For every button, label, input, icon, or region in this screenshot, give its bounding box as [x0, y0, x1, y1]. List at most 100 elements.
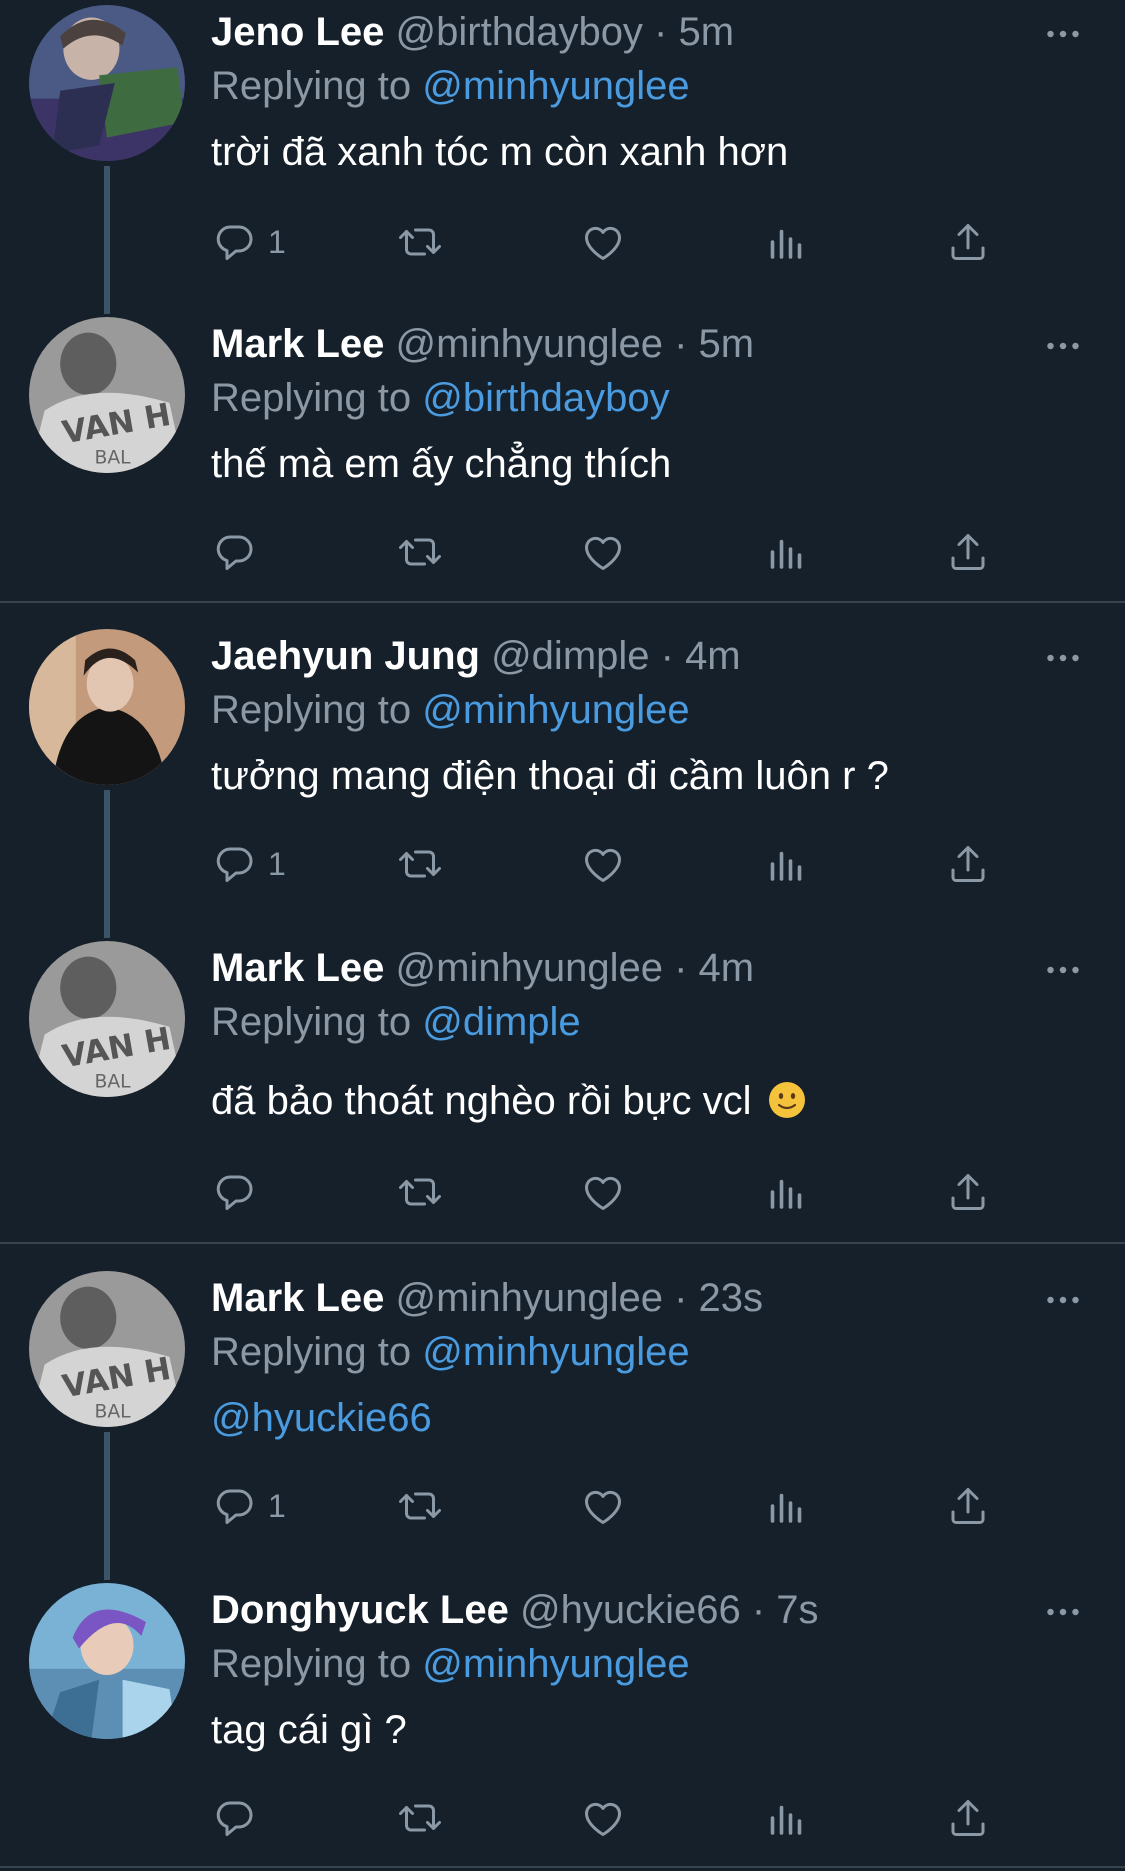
reply-button[interactable]	[212, 1788, 268, 1848]
tweet-text: tưởng mang điện thoại đi cầm luôn r ?	[211, 754, 889, 798]
tweet-actions	[0, 522, 1125, 582]
timestamp[interactable]: 7s	[776, 1588, 818, 1632]
share-button[interactable]	[944, 212, 992, 272]
author-name[interactable]: Jaehyun Jung	[211, 634, 480, 678]
author-name[interactable]: Mark Lee	[211, 1276, 384, 1320]
more-icon[interactable]	[1043, 326, 1083, 366]
tweet-actions: 1	[0, 1476, 1125, 1536]
timestamp[interactable]: 5m	[699, 322, 755, 366]
analytics-button[interactable]	[762, 1476, 810, 1536]
share-button[interactable]	[944, 834, 992, 894]
separator: ·	[662, 322, 699, 366]
retweet-button[interactable]	[396, 212, 444, 272]
timestamp[interactable]: 4m	[685, 634, 741, 678]
tweet-header: Mark Lee @minhyunglee · 23s	[211, 1274, 763, 1322]
more-icon[interactable]	[1043, 638, 1083, 678]
reply-button[interactable]	[212, 522, 268, 582]
like-button[interactable]	[579, 1476, 627, 1536]
like-icon	[584, 1176, 622, 1210]
tweet-text: tag cái gì ?	[211, 1708, 407, 1752]
tweet-actions: 1	[0, 212, 1125, 272]
tweet-text-row: đã bảo thoát nghèo rồi bực vcl	[211, 1076, 807, 1126]
reply-icon	[216, 1175, 253, 1210]
share-button[interactable]	[944, 522, 992, 582]
retweet-icon	[399, 850, 441, 878]
author-handle[interactable]: @minhyunglee	[396, 946, 663, 990]
more-icon[interactable]	[1043, 14, 1083, 54]
replying-to: Replying to @minhyunglee	[211, 1328, 690, 1376]
avatar[interactable]: VAN H BAL	[29, 317, 185, 473]
retweet-button[interactable]	[396, 834, 444, 894]
replying-to-mention[interactable]: @minhyunglee	[422, 64, 689, 108]
like-button[interactable]	[579, 1788, 627, 1848]
share-button[interactable]	[944, 1162, 992, 1222]
replying-to-label: Replying to	[211, 64, 423, 108]
author-handle[interactable]: @hyuckie66	[520, 1588, 741, 1632]
reply-button[interactable]	[212, 1162, 268, 1222]
more-icon[interactable]	[1043, 950, 1083, 990]
reply-icon	[216, 535, 253, 570]
avatar[interactable]: VAN H BAL	[29, 1271, 185, 1427]
analytics-button[interactable]	[762, 1162, 810, 1222]
share-icon	[951, 846, 985, 882]
more-icon[interactable]	[1043, 1592, 1083, 1632]
author-name[interactable]: Jeno Lee	[211, 10, 384, 54]
timestamp[interactable]: 4m	[699, 946, 755, 990]
analytics-button[interactable]	[762, 212, 810, 272]
reply-icon	[216, 847, 253, 882]
analytics-icon	[770, 539, 802, 569]
replying-to-mention[interactable]: @minhyunglee	[422, 1330, 689, 1374]
author-handle[interactable]: @birthdayboy	[396, 10, 643, 54]
author-handle[interactable]: @dimple	[491, 634, 649, 678]
avatar[interactable]	[29, 629, 185, 785]
tweet-actions: 1	[0, 834, 1125, 894]
author-name[interactable]: Mark Lee	[211, 946, 384, 990]
retweet-button[interactable]	[396, 1162, 444, 1222]
like-icon	[584, 1490, 622, 1524]
tweet-text-mention[interactable]: @hyuckie66	[211, 1393, 432, 1443]
reply-count: 1	[268, 1487, 286, 1524]
reply-button[interactable]: 1	[212, 834, 286, 894]
author-name[interactable]: Mark Lee	[211, 322, 384, 366]
replying-to-mention[interactable]: @minhyunglee	[422, 1642, 689, 1686]
retweet-button[interactable]	[396, 1788, 444, 1848]
like-button[interactable]	[579, 834, 627, 894]
retweet-icon	[399, 1492, 441, 1520]
author-name[interactable]: Donghyuck Lee	[211, 1588, 509, 1632]
like-icon	[584, 536, 622, 570]
analytics-icon	[770, 1179, 802, 1209]
like-button[interactable]	[579, 212, 627, 272]
slightly-smiling-face-icon	[767, 1080, 807, 1120]
avatar[interactable]: VAN H BAL	[29, 941, 185, 1097]
like-button[interactable]	[579, 522, 627, 582]
analytics-button[interactable]	[762, 834, 810, 894]
replying-to-label: Replying to	[211, 1330, 423, 1374]
replying-to-mention[interactable]: @dimple	[422, 1000, 580, 1044]
like-button[interactable]	[579, 1162, 627, 1222]
author-handle[interactable]: @minhyunglee	[396, 322, 663, 366]
reply-button[interactable]: 1	[212, 212, 286, 272]
analytics-button[interactable]	[762, 1788, 810, 1848]
analytics-button[interactable]	[762, 522, 810, 582]
replying-to-mention[interactable]: @minhyunglee	[422, 688, 689, 732]
timestamp[interactable]: 5m	[678, 10, 734, 54]
share-button[interactable]	[944, 1788, 992, 1848]
separator: ·	[740, 1588, 777, 1632]
avatar[interactable]	[29, 5, 185, 161]
replying-to-mention[interactable]: @birthdayboy	[422, 376, 669, 420]
svg-text:BAL: BAL	[95, 1072, 132, 1093]
retweet-icon	[399, 538, 441, 566]
avatar[interactable]	[29, 1583, 185, 1739]
retweet-icon	[399, 1804, 441, 1832]
reply-button[interactable]: 1	[212, 1476, 286, 1536]
replying-to-label: Replying to	[211, 376, 423, 420]
timestamp[interactable]: 23s	[699, 1276, 764, 1320]
author-handle[interactable]: @minhyunglee	[396, 1276, 663, 1320]
share-button[interactable]	[944, 1476, 992, 1536]
divider	[0, 1866, 1125, 1868]
retweet-button[interactable]	[396, 1476, 444, 1536]
tweet-header: Mark Lee @minhyunglee · 5m	[211, 320, 754, 368]
retweet-button[interactable]	[396, 522, 444, 582]
retweet-icon	[399, 228, 441, 256]
more-icon[interactable]	[1043, 1280, 1083, 1320]
